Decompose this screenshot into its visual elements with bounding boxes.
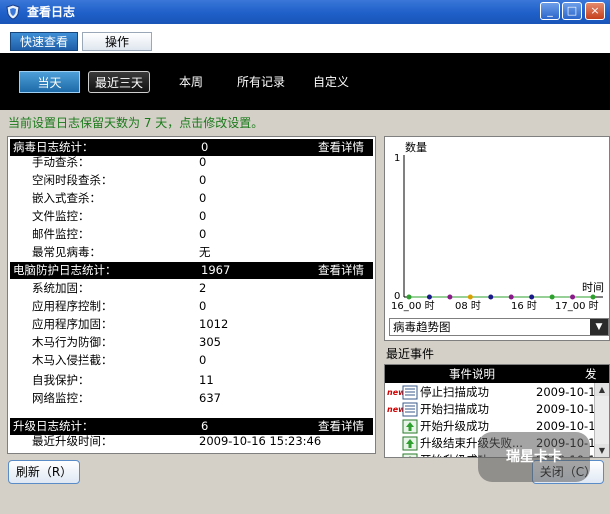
stat-value: 2009-10-16 15:23:46 xyxy=(199,434,322,448)
window-title: 查看日志 xyxy=(27,5,76,19)
y-axis-label: 数量 xyxy=(405,141,427,154)
filter-last-three-days-button[interactable]: 最近三天 xyxy=(88,71,150,93)
data-point xyxy=(508,294,514,300)
stat-label: 自我保护： xyxy=(32,373,90,387)
trend-chart-panel: 数量 1 0 时间 16_00 时 08 时 16 时 17_00 时 xyxy=(384,136,610,341)
upgrade-arrow-icon xyxy=(402,453,418,457)
filter-all-records-button[interactable]: 所有记录 xyxy=(230,71,292,93)
virus-view-details-link[interactable]: 查看详情 xyxy=(318,139,364,156)
stat-value: 2 xyxy=(199,281,207,295)
stat-value: 0 xyxy=(199,191,207,205)
scroll-down-icon[interactable]: ▼ xyxy=(595,444,609,457)
stat-value: 0 xyxy=(199,353,207,367)
stat-value: 0 xyxy=(199,173,207,187)
event-date: 2009-10-16 xyxy=(536,402,597,416)
date-filter-bar: 当天 最近三天 本周 所有记录 自定义 xyxy=(0,53,610,110)
tab-bar: 快速查看 操作 xyxy=(0,24,610,54)
event-text: 开始升级成功 xyxy=(420,419,489,433)
stat-label: 系统加固： xyxy=(32,281,90,295)
data-point xyxy=(488,294,494,300)
log-list-icon xyxy=(402,402,418,417)
data-point xyxy=(426,294,432,300)
chevron-down-icon[interactable]: ▼ xyxy=(590,319,608,335)
events-scrollbar[interactable]: ▲ ▼ xyxy=(594,383,609,457)
close-window-button[interactable]: × xyxy=(585,2,605,20)
watermark-logo: 瑞星卡卡 xyxy=(478,432,590,482)
stat-value: 305 xyxy=(199,335,221,349)
data-point xyxy=(570,294,576,300)
data-point xyxy=(549,294,555,300)
filter-this-week-button[interactable]: 本周 xyxy=(170,71,212,93)
stat-value: 无 xyxy=(199,245,211,259)
refresh-button[interactable]: 刷新（R） xyxy=(8,460,80,484)
upgrade-arrow-icon xyxy=(402,436,418,451)
recent-events-title: 最近事件 xyxy=(386,347,435,361)
data-point xyxy=(406,294,412,300)
stat-label: 嵌入式查杀： xyxy=(32,191,101,205)
stat-label: 应用程序加固： xyxy=(32,317,113,331)
event-row[interactable]: new 停止扫描成功 2009-10-16 xyxy=(385,384,597,401)
data-point xyxy=(467,294,473,300)
x-tick-label: 17_00 时 xyxy=(555,300,599,312)
column-header-description[interactable]: 事件说明 xyxy=(449,365,495,383)
protection-view-details-link[interactable]: 查看详情 xyxy=(318,262,364,279)
chart-type-value: 病毒趋势图 xyxy=(393,320,451,334)
stat-label: 文件监控： xyxy=(32,209,90,223)
upgrade-arrow-icon xyxy=(402,419,418,434)
stat-value: 637 xyxy=(199,391,221,405)
event-text: 开始扫描成功 xyxy=(420,402,489,416)
minimize-button[interactable]: _ xyxy=(540,2,560,20)
stat-label: 最近升级时间： xyxy=(32,434,113,448)
log-retention-link[interactable]: 当前设置日志保留天数为 7 天，点击修改设置。 xyxy=(8,114,263,131)
stat-label: 木马入侵拦截： xyxy=(32,353,113,367)
event-text: 停止扫描成功 xyxy=(420,385,489,399)
x-tick-label: 16 时 xyxy=(511,300,537,312)
filter-custom-button[interactable]: 自定义 xyxy=(305,71,357,93)
stat-label: 最常见病毒： xyxy=(32,245,101,259)
stat-label: 网络监控： xyxy=(32,391,90,405)
stat-label: 手动查杀： xyxy=(32,155,90,169)
trend-chart: 数量 1 0 时间 16_00 时 08 时 16 时 17_00 时 xyxy=(391,141,604,312)
filter-today-button[interactable]: 当天 xyxy=(19,71,80,93)
y-tick-label: 1 xyxy=(394,153,400,164)
log-list-icon xyxy=(402,385,418,400)
stat-value: 0 xyxy=(199,155,207,169)
maximize-button[interactable]: □ xyxy=(562,2,582,20)
shield-app-icon xyxy=(6,4,20,20)
section-total: 1967 xyxy=(201,263,231,277)
x-axis-label: 时间 xyxy=(582,281,604,294)
x-tick-label: 08 时 xyxy=(455,300,481,312)
stat-value: 0 xyxy=(199,227,207,241)
stat-label: 空闲时段查杀： xyxy=(32,173,113,187)
column-header-time[interactable]: 发 xyxy=(585,365,597,383)
protection-stats-header: 电脑防护日志统计： 1967 查看详情 xyxy=(10,262,373,279)
stat-value: 1012 xyxy=(199,317,229,331)
stat-label: 应用程序控制： xyxy=(32,299,113,313)
stat-label: 木马行为防御： xyxy=(32,335,113,349)
tab-quick-view[interactable]: 快速查看 xyxy=(10,32,78,51)
section-title: 电脑防护日志统计： xyxy=(13,263,117,277)
events-header: 事件说明 发 xyxy=(385,365,609,383)
data-point xyxy=(529,294,535,300)
data-point xyxy=(590,294,596,300)
stat-value: 0 xyxy=(199,209,207,223)
stat-value: 11 xyxy=(199,373,214,387)
upgrade-view-details-link[interactable]: 查看详情 xyxy=(318,418,364,435)
event-row[interactable]: new 开始扫描成功 2009-10-16 xyxy=(385,401,597,418)
data-point xyxy=(447,294,453,300)
chart-type-select[interactable]: 病毒趋势图 ▼ xyxy=(389,318,609,336)
stats-panel: 病毒日志统计： 0 查看详情 手动查杀： 0 空闲时段查杀： 0 嵌入式查杀： 0 文… xyxy=(7,136,376,454)
stat-value: 0 xyxy=(199,299,207,313)
tab-operations[interactable]: 操作 xyxy=(82,32,152,51)
scroll-up-icon[interactable]: ▲ xyxy=(595,383,609,396)
x-tick-label: 16_00 时 xyxy=(391,300,435,312)
event-date: 2009-10-16 xyxy=(536,385,597,399)
title-bar: 查看日志 _ □ × xyxy=(0,0,610,24)
stat-label: 邮件监控： xyxy=(32,227,90,241)
